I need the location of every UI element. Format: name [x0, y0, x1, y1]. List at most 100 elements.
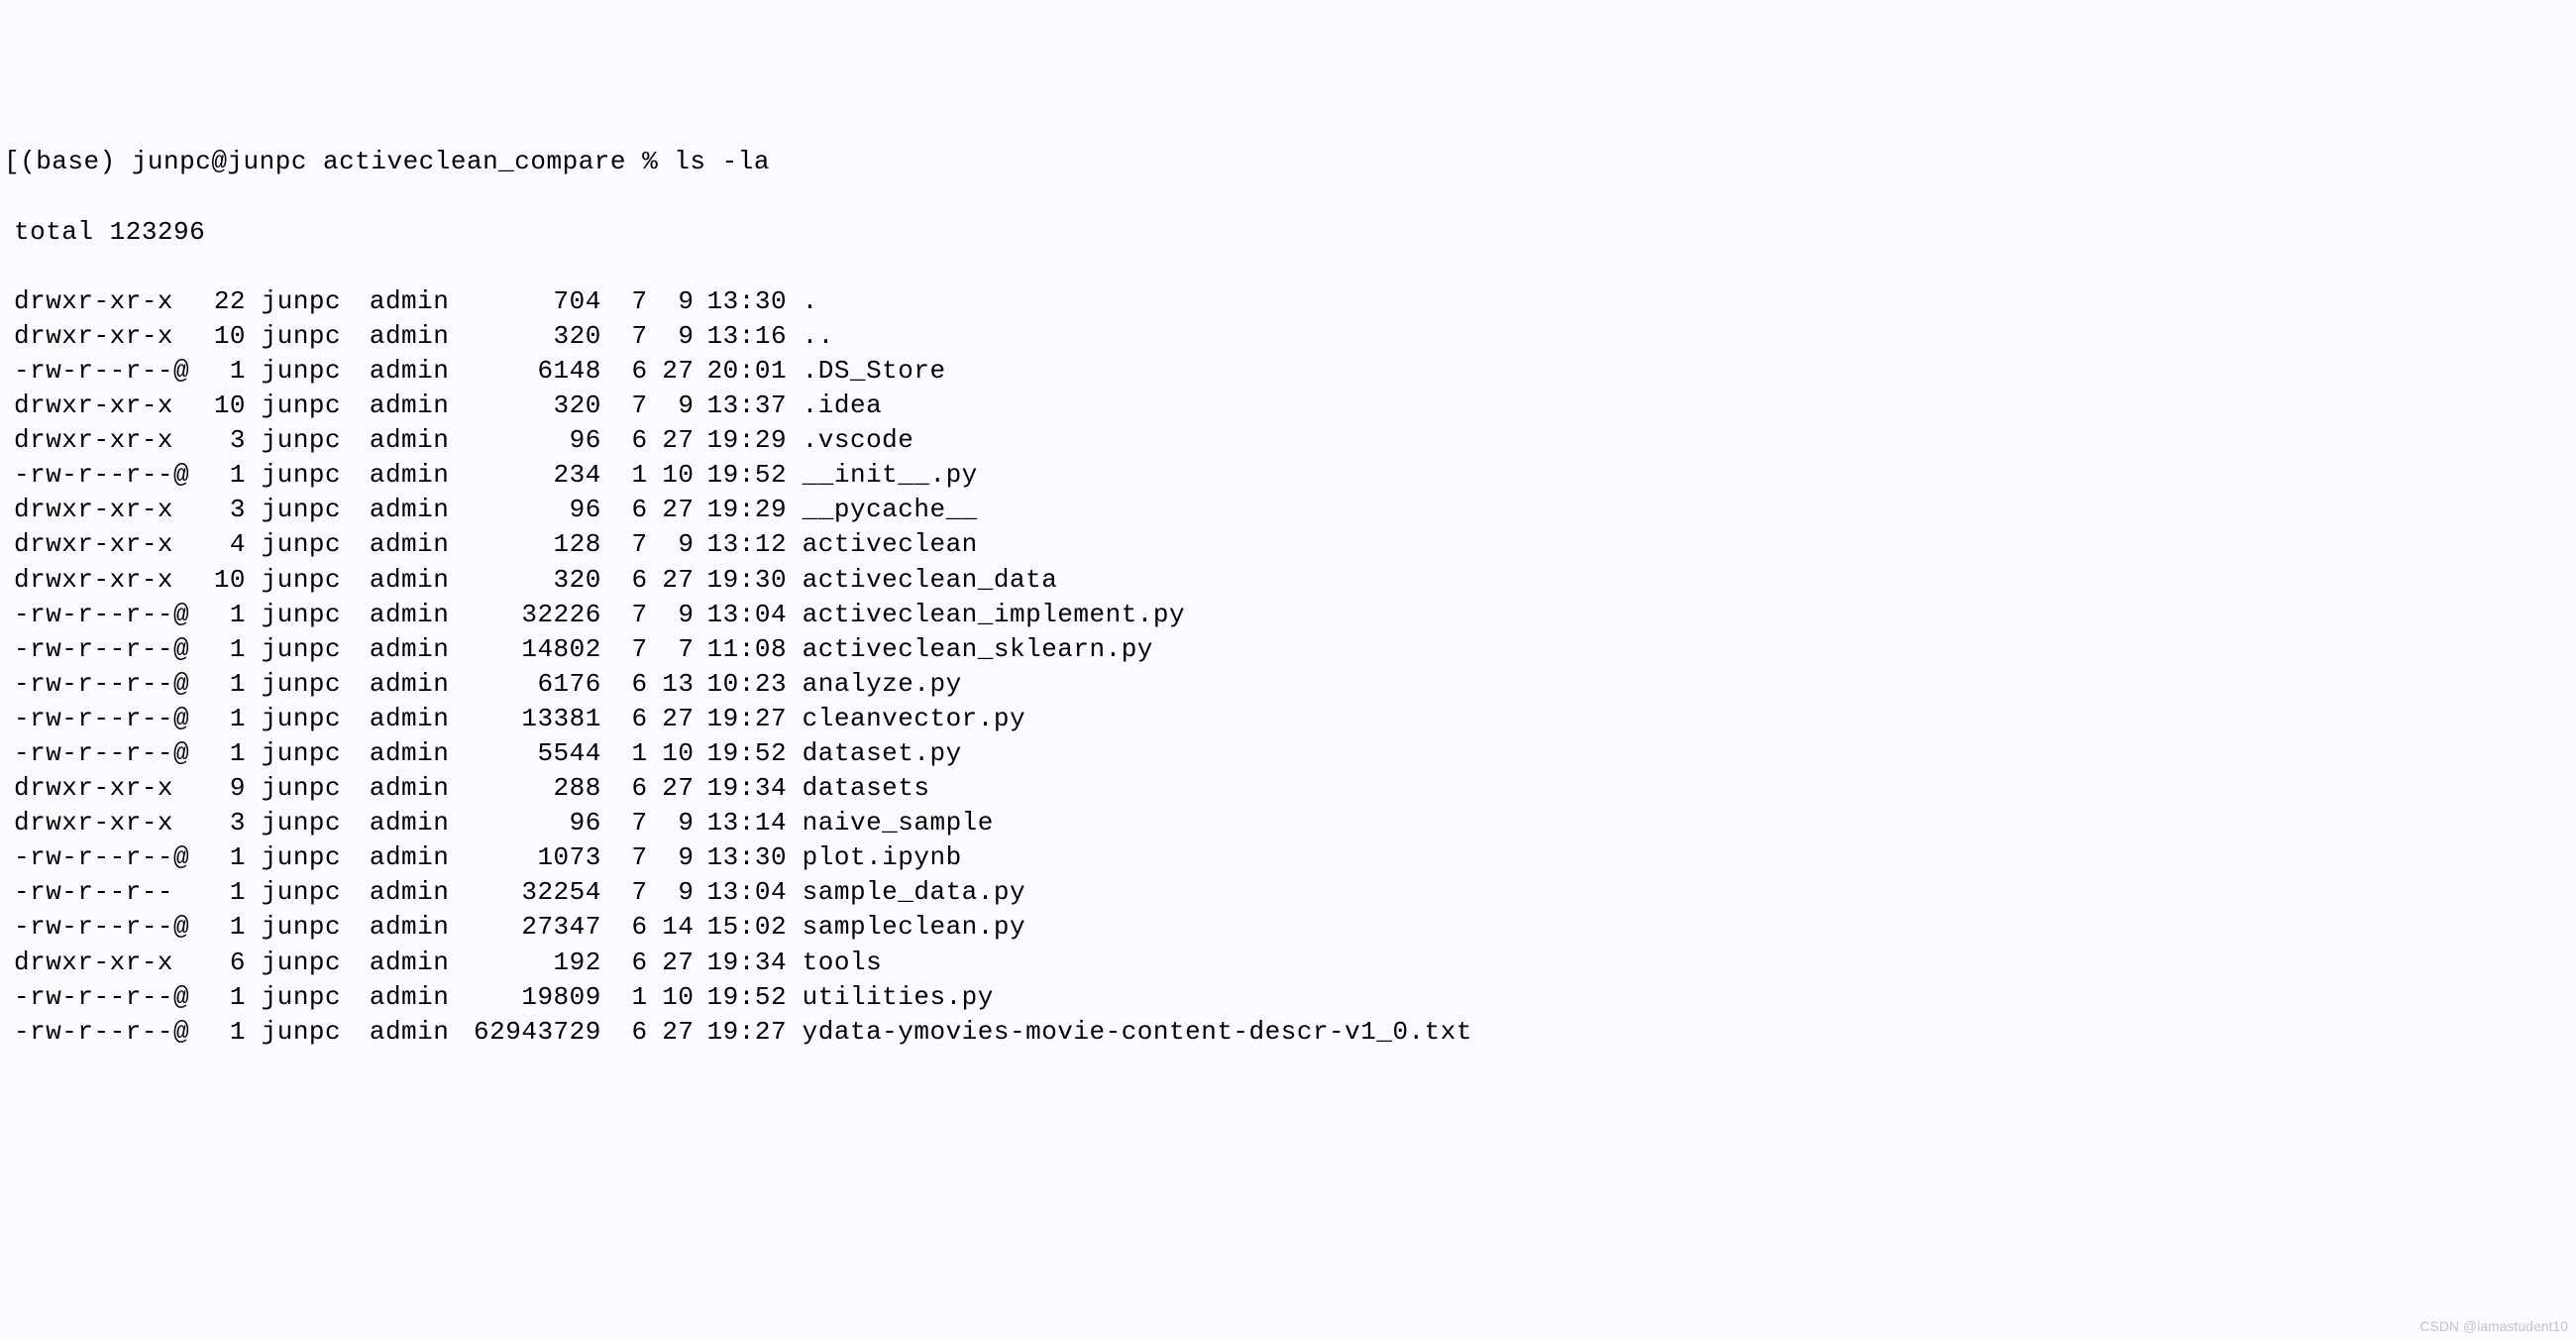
file-month: 6 [601, 354, 648, 389]
file-owner: junpc [246, 632, 339, 667]
file-permissions: -rw-r--r--@ [14, 667, 184, 702]
list-item: drwxr-xr-x 10junpcadmin3207913:16.. [4, 319, 2576, 354]
file-listing: drwxr-xr-x 22junpcadmin7047913:30.drwxr-… [4, 284, 2576, 1050]
file-name: utilities.py [787, 980, 994, 1015]
file-links: 1 [184, 354, 246, 389]
file-owner: junpc [246, 527, 339, 562]
file-time: 19:34 [694, 771, 787, 806]
file-name: __pycache__ [787, 493, 978, 527]
file-name: sampleclean.py [787, 910, 1025, 945]
file-group: admin [339, 702, 447, 736]
file-permissions: drwxr-xr-x [14, 389, 184, 423]
file-month: 7 [601, 527, 648, 562]
file-time: 13:04 [694, 875, 787, 910]
file-owner: junpc [246, 667, 339, 702]
file-permissions: -rw-r--r--@ [14, 354, 184, 389]
file-size: 6148 [447, 354, 601, 389]
file-permissions: -rw-r--r--@ [14, 598, 184, 632]
file-links: 1 [184, 667, 246, 702]
file-size: 32254 [447, 875, 601, 910]
list-item: -rw-r--r--@1junpcadmin10737913:30plot.ip… [4, 840, 2576, 875]
file-time: 19:27 [694, 702, 787, 736]
file-permissions: -rw-r--r--@ [14, 1015, 184, 1050]
file-time: 13:16 [694, 319, 787, 354]
file-time: 13:37 [694, 389, 787, 423]
shell-prompt[interactable]: [(base) junpc@junpc activeclean_compare … [4, 145, 2576, 179]
file-name: activeclean [787, 527, 978, 562]
file-time: 19:29 [694, 423, 787, 458]
file-group: admin [339, 910, 447, 945]
file-size: 14802 [447, 632, 601, 667]
file-size: 192 [447, 946, 601, 980]
file-permissions: -rw-r--r--@ [14, 980, 184, 1015]
file-links: 3 [184, 493, 246, 527]
file-owner: junpc [246, 875, 339, 910]
file-month: 6 [601, 771, 648, 806]
ls-total-line: total 123296 [4, 215, 2576, 250]
file-day: 27 [648, 702, 695, 736]
file-owner: junpc [246, 1015, 339, 1050]
file-permissions: drwxr-xr-x [14, 493, 184, 527]
list-item: -rw-r--r--@1junpcadmin554411019:52datase… [4, 736, 2576, 771]
file-day: 9 [648, 875, 695, 910]
file-day: 27 [648, 423, 695, 458]
file-day: 9 [648, 389, 695, 423]
file-name: . [787, 284, 818, 319]
file-name: datasets [787, 771, 929, 806]
file-group: admin [339, 319, 447, 354]
file-time: 20:01 [694, 354, 787, 389]
file-group: admin [339, 667, 447, 702]
file-month: 7 [601, 598, 648, 632]
file-permissions: drwxr-xr-x [14, 946, 184, 980]
file-time: 13:12 [694, 527, 787, 562]
file-links: 3 [184, 806, 246, 840]
file-group: admin [339, 736, 447, 771]
file-size: 1073 [447, 840, 601, 875]
list-item: drwxr-xr-x 10junpcadmin32062719:30active… [4, 563, 2576, 598]
file-month: 6 [601, 423, 648, 458]
file-name: plot.ipynb [787, 840, 962, 875]
file-links: 1 [184, 875, 246, 910]
file-owner: junpc [246, 319, 339, 354]
file-owner: junpc [246, 736, 339, 771]
file-size: 5544 [447, 736, 601, 771]
file-time: 19:30 [694, 563, 787, 598]
file-month: 7 [601, 284, 648, 319]
file-owner: junpc [246, 563, 339, 598]
file-links: 1 [184, 980, 246, 1015]
file-group: admin [339, 946, 447, 980]
file-day: 10 [648, 458, 695, 493]
file-time: 10:23 [694, 667, 787, 702]
file-owner: junpc [246, 702, 339, 736]
file-time: 13:30 [694, 284, 787, 319]
file-links: 10 [184, 319, 246, 354]
file-day: 13 [648, 667, 695, 702]
file-size: 320 [447, 389, 601, 423]
file-links: 1 [184, 1015, 246, 1050]
file-day: 14 [648, 910, 695, 945]
file-day: 27 [648, 1015, 695, 1050]
file-day: 10 [648, 736, 695, 771]
file-size: 32226 [447, 598, 601, 632]
file-group: admin [339, 389, 447, 423]
file-group: admin [339, 458, 447, 493]
watermark: CSDN @iamastudent10 [2419, 1317, 2568, 1336]
file-group: admin [339, 632, 447, 667]
file-day: 27 [648, 354, 695, 389]
file-owner: junpc [246, 423, 339, 458]
file-day: 9 [648, 840, 695, 875]
file-day: 27 [648, 946, 695, 980]
file-month: 6 [601, 667, 648, 702]
file-permissions: drwxr-xr-x [14, 527, 184, 562]
file-month: 1 [601, 458, 648, 493]
file-owner: junpc [246, 493, 339, 527]
list-item: drwxr-xr-x 9junpcadmin28862719:34dataset… [4, 771, 2576, 806]
file-group: admin [339, 806, 447, 840]
file-name: ydata-ymovies-movie-content-descr-v1_0.t… [787, 1015, 1472, 1050]
list-item: drwxr-xr-x 22junpcadmin7047913:30. [4, 284, 2576, 319]
file-name: tools [787, 946, 882, 980]
file-day: 27 [648, 493, 695, 527]
file-permissions: drwxr-xr-x [14, 284, 184, 319]
file-size: 234 [447, 458, 601, 493]
file-name: .. [787, 319, 834, 354]
